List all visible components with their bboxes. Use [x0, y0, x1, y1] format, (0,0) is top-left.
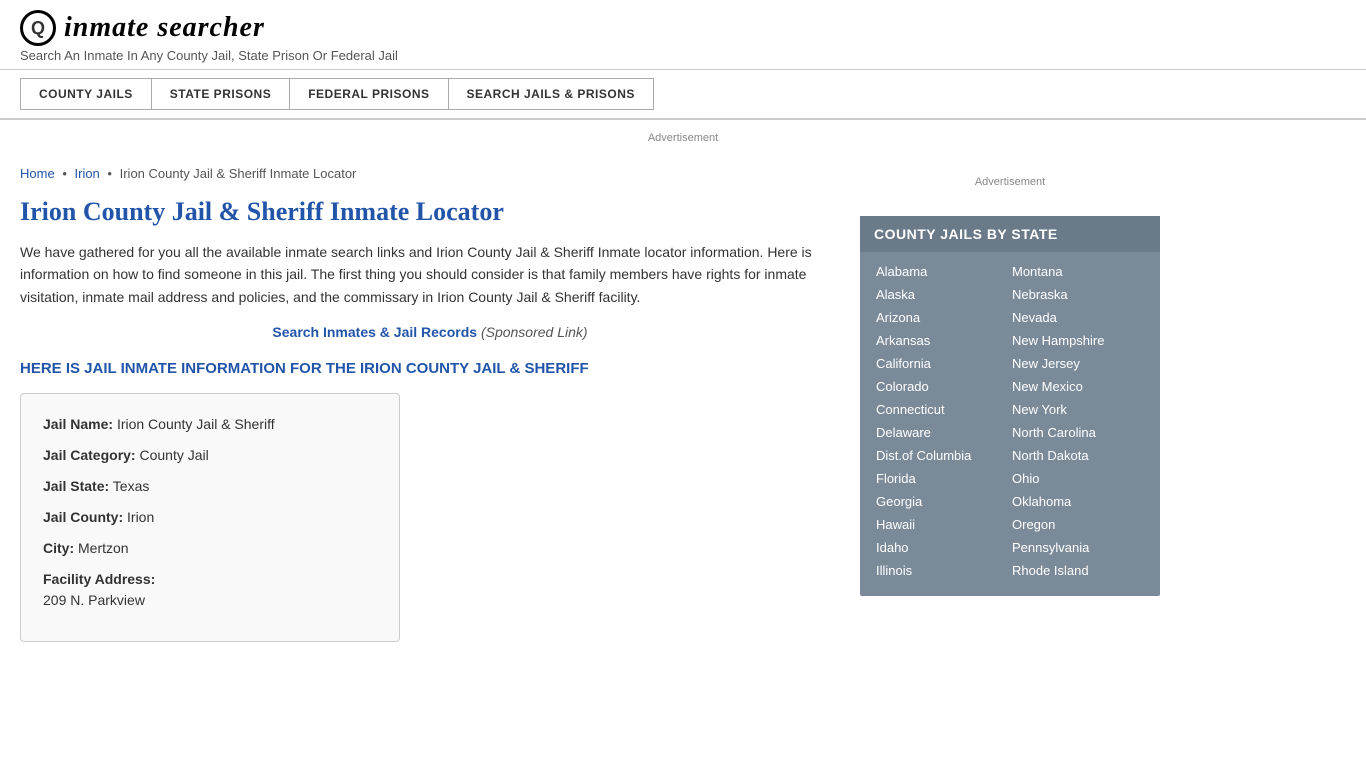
state-link[interactable]: Idaho	[874, 536, 1010, 559]
state-link[interactable]: Arizona	[874, 306, 1010, 329]
state-link[interactable]: Colorado	[874, 375, 1010, 398]
jail-city-label: City:	[43, 540, 74, 556]
page-description: We have gathered for you all the availab…	[20, 241, 840, 308]
state-link[interactable]: Alabama	[874, 260, 1010, 283]
state-link[interactable]: North Carolina	[1010, 421, 1146, 444]
jail-state-row: Jail State: Texas	[43, 476, 377, 497]
jail-name-row: Jail Name: Irion County Jail & Sheriff	[43, 414, 377, 435]
jail-category-label: Jail Category:	[43, 447, 136, 463]
county-jails-by-state-box: COUNTY JAILS BY STATE AlabamaMontanaAlas…	[860, 216, 1160, 596]
breadcrumb-sep2: •	[107, 166, 112, 181]
breadcrumb-sep1: •	[62, 166, 67, 181]
main-layout: Home • Irion • Irion County Jail & Sheri…	[0, 156, 1366, 642]
sidebar-ad: Advertisement	[860, 166, 1160, 198]
state-link[interactable]: New York	[1010, 398, 1146, 421]
state-link[interactable]: Georgia	[874, 490, 1010, 513]
jail-name-value-text: Irion County Jail & Sheriff	[117, 416, 275, 432]
state-link[interactable]: Rhode Island	[1010, 559, 1146, 582]
sponsored-note-text: (Sponsored Link)	[481, 324, 588, 340]
header: Q inmate searcher Search An Inmate In An…	[0, 0, 1366, 70]
state-link[interactable]: California	[874, 352, 1010, 375]
jail-county-value-text: Irion	[127, 509, 154, 525]
jail-city-row: City: Mertzon	[43, 538, 377, 559]
state-link[interactable]: Pennsylvania	[1010, 536, 1146, 559]
nav-state-prisons[interactable]: STATE PRISONS	[151, 78, 289, 110]
nav-inner: COUNTY JAILS STATE PRISONS FEDERAL PRISO…	[20, 78, 1346, 110]
state-link[interactable]: Montana	[1010, 260, 1146, 283]
jail-info-heading: HERE IS JAIL INMATE INFORMATION FOR THE …	[20, 358, 840, 379]
page-title: Irion County Jail & Sheriff Inmate Locat…	[20, 197, 840, 227]
breadcrumb-home[interactable]: Home	[20, 166, 55, 181]
jail-info-box: Jail Name: Irion County Jail & Sheriff J…	[20, 393, 400, 642]
breadcrumb-current: Irion County Jail & Sheriff Inmate Locat…	[120, 166, 357, 181]
state-grid: AlabamaMontanaAlaskaNebraskaArizonaNevad…	[860, 252, 1160, 596]
state-link[interactable]: Alaska	[874, 283, 1010, 306]
logo-area: Q inmate searcher	[20, 10, 1346, 46]
state-link[interactable]: Arkansas	[874, 329, 1010, 352]
sponsored-link-area: Search Inmates & Jail Records (Sponsored…	[20, 324, 840, 340]
state-link[interactable]: New Jersey	[1010, 352, 1146, 375]
jail-address-value: 209 N. Parkview	[43, 590, 377, 611]
state-link[interactable]: New Hampshire	[1010, 329, 1146, 352]
site-tagline: Search An Inmate In Any County Jail, Sta…	[20, 48, 1346, 63]
nav-county-jails[interactable]: COUNTY JAILS	[20, 78, 151, 110]
state-link[interactable]: Florida	[874, 467, 1010, 490]
state-link[interactable]: Hawaii	[874, 513, 1010, 536]
jail-name-label: Jail Name:	[43, 416, 113, 432]
site-logo-text: inmate searcher	[64, 12, 265, 44]
state-link[interactable]: Nebraska	[1010, 283, 1146, 306]
breadcrumb: Home • Irion • Irion County Jail & Sheri…	[20, 156, 840, 197]
state-link[interactable]: Oklahoma	[1010, 490, 1146, 513]
state-link[interactable]: Illinois	[874, 559, 1010, 582]
sidebar: Advertisement COUNTY JAILS BY STATE Alab…	[860, 156, 1160, 642]
state-link[interactable]: North Dakota	[1010, 444, 1146, 467]
jail-address-label: Facility Address:	[43, 571, 155, 587]
jail-address-row: Facility Address: 209 N. Parkview	[43, 569, 377, 611]
ad-top-banner: Advertisement	[0, 120, 1366, 156]
jail-category-row: Jail Category: County Jail	[43, 445, 377, 466]
nav-bar: COUNTY JAILS STATE PRISONS FEDERAL PRISO…	[0, 70, 1366, 120]
state-link[interactable]: Ohio	[1010, 467, 1146, 490]
state-link[interactable]: New Mexico	[1010, 375, 1146, 398]
nav-search-jails[interactable]: SEARCH JAILS & PRISONS	[448, 78, 654, 110]
jail-county-row: Jail County: Irion	[43, 507, 377, 528]
state-link[interactable]: Dist.of Columbia	[874, 444, 1010, 467]
jail-city-value-text: Mertzon	[78, 540, 129, 556]
jail-category-value-text: County Jail	[139, 447, 208, 463]
logo-icon: Q	[20, 10, 56, 46]
state-link[interactable]: Oregon	[1010, 513, 1146, 536]
jail-state-value-text: Texas	[113, 478, 150, 494]
sponsored-link[interactable]: Search Inmates & Jail Records	[272, 324, 477, 340]
jail-county-label: Jail County:	[43, 509, 123, 525]
nav-federal-prisons[interactable]: FEDERAL PRISONS	[289, 78, 447, 110]
breadcrumb-irion[interactable]: Irion	[75, 166, 100, 181]
state-link[interactable]: Delaware	[874, 421, 1010, 444]
state-link[interactable]: Connecticut	[874, 398, 1010, 421]
jail-state-label: Jail State:	[43, 478, 109, 494]
content-area: Home • Irion • Irion County Jail & Sheri…	[20, 156, 840, 642]
state-link[interactable]: Nevada	[1010, 306, 1146, 329]
county-jails-by-state-title: COUNTY JAILS BY STATE	[860, 216, 1160, 252]
